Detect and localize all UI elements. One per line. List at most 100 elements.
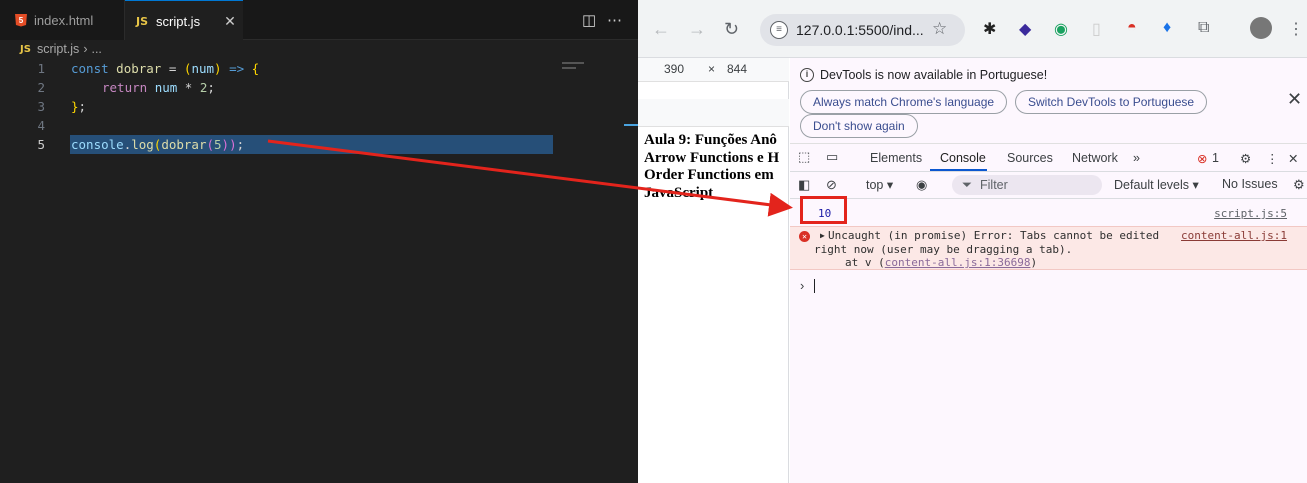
- device-toolbar-icon[interactable]: ▭: [826, 149, 838, 165]
- tab-index-html[interactable]: 5 index.html: [0, 0, 125, 40]
- log-source-link[interactable]: script.js:5: [1214, 207, 1287, 220]
- menu-icon[interactable]: ⋮: [1288, 19, 1304, 39]
- error-source-link[interactable]: content-all.js:1: [1181, 229, 1287, 242]
- error-message-line2: right now (user may be dragging a tab).: [814, 243, 1073, 256]
- highlight-box: [800, 196, 847, 224]
- code-line: 4: [0, 116, 560, 135]
- minimap[interactable]: [560, 59, 620, 89]
- tab-console[interactable]: Console: [940, 151, 986, 165]
- line-number: 1: [37, 61, 45, 76]
- breadcrumb-symbol[interactable]: ...: [91, 42, 101, 56]
- console-toolbar: ◧ ⊘ top ▾ ◉ ⏷ Filter Default levels ▾ No…: [790, 172, 1307, 199]
- settings-gear-icon[interactable]: ⚙: [1240, 151, 1251, 166]
- console-prompt-icon: ›: [800, 278, 805, 293]
- browser-window: ← → ↻ ≡ 127.0.0.1:5500/ind... ☆ ✱ ◆ ◉ ▯ …: [638, 0, 1307, 483]
- more-tabs-icon[interactable]: »: [1133, 151, 1140, 165]
- code-line: 5 console.log(dobrar(5));: [0, 135, 560, 154]
- token: ;: [207, 80, 215, 95]
- info-icon: i: [800, 68, 814, 82]
- close-devtools-icon[interactable]: ✕: [1288, 151, 1298, 166]
- error-circle-icon: ✕: [799, 231, 810, 242]
- tab-sources[interactable]: Sources: [1007, 151, 1053, 165]
- error-icon[interactable]: ⊗: [1197, 151, 1207, 166]
- context-selector[interactable]: top ▾: [866, 177, 893, 192]
- line-number: 4: [37, 118, 45, 133]
- close-tab-icon[interactable]: ✕: [224, 13, 236, 30]
- omnibox[interactable]: ≡ 127.0.0.1:5500/ind... ☆: [760, 14, 965, 46]
- code-line: 3 };: [0, 97, 560, 116]
- close-infobar-icon[interactable]: ✕: [1287, 89, 1302, 110]
- html5-icon: 5: [15, 13, 27, 27]
- always-match-language-button[interactable]: Always match Chrome's language: [800, 90, 1008, 114]
- language-infobar: i DevTools is now available in Portugues…: [790, 58, 1307, 144]
- filter-input[interactable]: ⏷ Filter: [952, 175, 1102, 195]
- breadcrumb: JS script.js › ...: [0, 40, 638, 58]
- error-count[interactable]: 1: [1212, 151, 1219, 165]
- width-value[interactable]: 390: [664, 62, 684, 76]
- drop-icon[interactable]: ♦: [1163, 19, 1171, 37]
- split-editor-icon[interactable]: ◫: [582, 11, 596, 29]
- inspect-element-icon[interactable]: ⬚: [798, 149, 810, 165]
- code-text: return num * 2;: [102, 78, 215, 97]
- js-icon: JS: [20, 43, 31, 55]
- live-expression-eye-icon[interactable]: ◉: [916, 177, 927, 193]
- expand-triangle-icon[interactable]: ▶: [820, 231, 825, 240]
- token: const: [71, 61, 109, 76]
- token: =>: [221, 61, 252, 76]
- breadcrumb-file[interactable]: script.js: [37, 42, 79, 56]
- more-actions-icon[interactable]: ⋯: [607, 11, 622, 29]
- eye-icon[interactable]: ◉: [1054, 19, 1068, 39]
- log-levels-dropdown[interactable]: Default levels ▾: [1114, 177, 1199, 192]
- code-text: console.log(dobrar(5));: [71, 135, 244, 154]
- token: )): [221, 137, 237, 152]
- spider-icon[interactable]: ✱: [983, 19, 996, 39]
- tab-network[interactable]: Network: [1072, 151, 1118, 165]
- console-input-caret[interactable]: [814, 279, 815, 293]
- dont-show-again-button[interactable]: Don't show again: [800, 114, 918, 138]
- error-stack-line: at v (content-all.js:1:36698): [845, 256, 1037, 269]
- blank-icon[interactable]: ▯: [1092, 19, 1101, 39]
- token: 5: [214, 137, 222, 152]
- token: =: [161, 61, 184, 76]
- console-log-row: 10 script.js:5: [790, 200, 1307, 226]
- code-line: 2 return num * 2;: [0, 78, 560, 97]
- tab-elements[interactable]: Elements: [870, 151, 922, 165]
- forward-icon[interactable]: →: [688, 19, 706, 40]
- code-line: 1 const dobrar = (num) => {: [0, 59, 560, 78]
- stack-suffix: ): [1030, 256, 1038, 269]
- puzzle-icon[interactable]: ⧉: [1198, 19, 1209, 37]
- switch-to-portuguese-button[interactable]: Switch DevTools to Portuguese: [1015, 90, 1208, 114]
- pokeball-icon[interactable]: ◓: [1127, 19, 1137, 37]
- code-editor[interactable]: 1 const dobrar = (num) => { 2 return num…: [0, 59, 638, 483]
- token: ): [214, 61, 222, 76]
- sidebar-toggle-icon[interactable]: ◧: [798, 177, 810, 193]
- dims-separator: ×: [708, 62, 716, 76]
- devtools-panel: i DevTools is now available in Portugues…: [790, 58, 1307, 483]
- active-tab-indicator: [930, 169, 987, 171]
- scrollbar-marker: [624, 124, 638, 126]
- line-number: 5: [37, 137, 45, 152]
- tab-script-js[interactable]: JS script.js ✕: [125, 0, 243, 41]
- avatar-icon[interactable]: [1250, 17, 1272, 39]
- error-message-line1: Uncaught (in promise) Error: Tabs cannot…: [828, 229, 1160, 242]
- token: (: [206, 137, 215, 152]
- more-options-icon[interactable]: ⋮: [1266, 151, 1279, 166]
- tab-label: script.js: [156, 13, 201, 29]
- token: console: [71, 137, 124, 152]
- reload-icon[interactable]: ↻: [724, 19, 739, 40]
- cube-icon[interactable]: ◆: [1019, 19, 1031, 39]
- code-text: };: [71, 97, 86, 116]
- token: return: [102, 80, 148, 95]
- height-value[interactable]: 844: [727, 62, 747, 76]
- stack-link[interactable]: content-all.js:1:36698: [885, 256, 1031, 269]
- site-info-icon[interactable]: ≡: [770, 21, 788, 39]
- clear-console-icon[interactable]: ⊘: [826, 177, 837, 193]
- url-text[interactable]: 127.0.0.1:5500/ind...: [796, 22, 924, 38]
- vscode-window: 5 index.html JS script.js ✕ ◫ ⋯ JS scrip…: [0, 0, 638, 483]
- issues-counter[interactable]: No Issues: [1222, 177, 1278, 191]
- console-error-row: ✕ ▶ Uncaught (in promise) Error: Tabs ca…: [790, 226, 1307, 270]
- bookmark-star-icon[interactable]: ☆: [932, 19, 947, 39]
- console-settings-icon[interactable]: ⚙: [1293, 177, 1305, 193]
- back-icon[interactable]: ←: [652, 19, 670, 40]
- code-text: const dobrar = (num) => {: [71, 59, 259, 78]
